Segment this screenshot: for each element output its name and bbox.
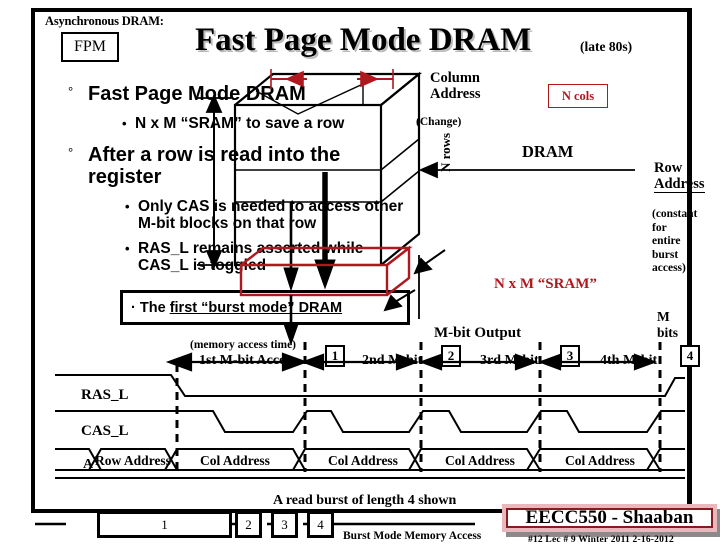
timing-waveform-svg: Row Address Col Address Col Address Col … xyxy=(35,342,685,526)
bus-value-1: Col Address xyxy=(200,453,270,468)
bus-value-3: Col Address xyxy=(445,453,515,468)
read-burst-caption: A read burst of length 4 shown xyxy=(273,493,457,508)
burst-box-1: 1 xyxy=(97,511,232,538)
course-badge: EECC550 - Shaaban xyxy=(502,504,717,532)
bus-value-2: Col Address xyxy=(328,453,398,468)
footer-meta: #12 Lec # 9 Winter 2011 2-16-2012 xyxy=(528,535,674,545)
burst-box-2: 2 xyxy=(235,511,262,538)
bus-value-4: Col Address xyxy=(565,453,635,468)
course-badge-text: EECC550 - Shaaban xyxy=(525,507,694,528)
burst-mode-memory-access-label: Burst Mode Memory Access xyxy=(343,530,482,542)
burst-box-4: 4 xyxy=(307,511,334,538)
bus-value-0: Row Address xyxy=(95,453,171,468)
burst-box-3: 3 xyxy=(271,511,298,538)
slide-frame: Asynchronous DRAM: FPM Fast Page Mode DR… xyxy=(31,8,720,545)
